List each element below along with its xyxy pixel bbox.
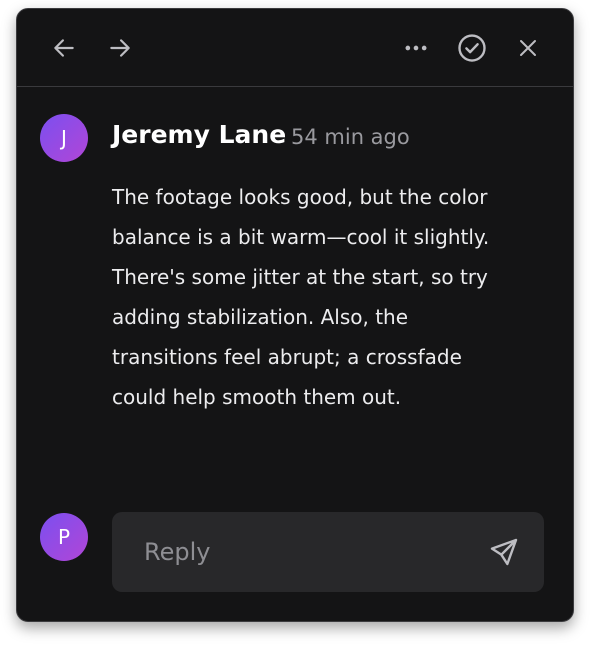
comment-author: Jeremy Lane: [112, 120, 287, 149]
check-circle-icon: [458, 34, 486, 62]
current-user-avatar-initial: P: [57, 525, 71, 549]
more-options-button[interactable]: [400, 32, 432, 64]
current-user-avatar: P: [40, 513, 88, 561]
close-icon: [520, 40, 536, 56]
comment-timestamp: 54 min ago: [291, 125, 410, 149]
back-button[interactable]: [48, 32, 80, 64]
reply-box: [112, 512, 544, 592]
arrow-left-icon: [54, 39, 74, 57]
more-icon: [405, 45, 427, 51]
comment-toolbar: [17, 9, 573, 87]
arrow-right-icon: [110, 39, 130, 57]
comment-panel: J Jeremy Lane 54 min ago The footage loo…: [16, 8, 574, 622]
reply-input[interactable]: [144, 534, 464, 570]
forward-button[interactable]: [104, 32, 136, 64]
author-avatar-initial: J: [61, 126, 67, 150]
send-button[interactable]: [486, 534, 522, 570]
resolve-button[interactable]: [456, 32, 488, 64]
author-avatar: J: [40, 114, 88, 162]
comment-body: The footage looks good, but the color ba…: [112, 185, 490, 409]
send-icon: [490, 538, 518, 566]
close-button[interactable]: [512, 32, 544, 64]
